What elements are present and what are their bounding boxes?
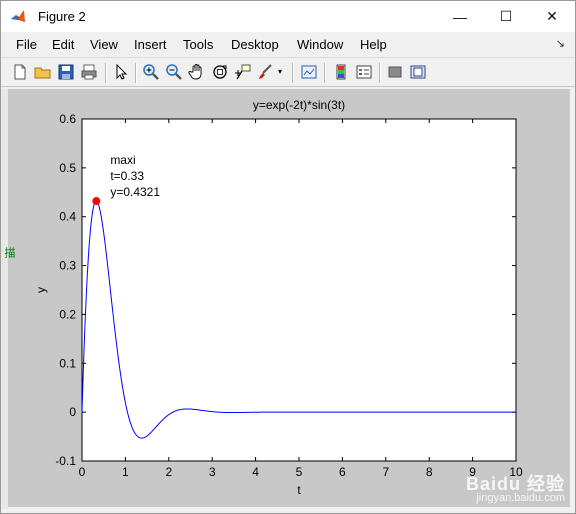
close-icon: ✕	[546, 8, 558, 24]
menu-help[interactable]: Help	[360, 37, 387, 52]
window-title: Figure 2	[38, 9, 86, 24]
y-tick-label: -0.1	[55, 454, 76, 468]
minimize-button[interactable]: —	[437, 1, 483, 32]
menu-view[interactable]: View	[90, 37, 118, 52]
plot-axes[interactable]: 0 1 2 3 4 5 6 7 8 9 10-0.100.10.20.30.40.50.6y=exp…	[8, 89, 570, 507]
menu-tools[interactable]: Tools	[183, 37, 213, 52]
rotate-3d-icon[interactable]	[211, 63, 229, 81]
zoom-in-icon[interactable]	[142, 63, 160, 81]
toolbar-separator	[379, 63, 381, 83]
watermark: Baidu 经验 jingyan.baidu.com	[465, 474, 565, 505]
menu-desktop[interactable]: Desktop	[231, 37, 279, 52]
y-axis-label: y	[34, 287, 48, 293]
toolbar-separator	[105, 63, 107, 83]
x-tick-label: 2	[165, 465, 172, 479]
save-icon[interactable]	[57, 63, 75, 81]
legend-icon[interactable]	[355, 63, 373, 81]
dock-arrow-icon[interactable]: ↘	[556, 37, 565, 50]
matlab-logo-icon	[11, 10, 25, 22]
toolbar-separator	[292, 63, 294, 83]
pan-hand-icon[interactable]	[188, 63, 206, 81]
zoom-out-icon[interactable]	[165, 63, 183, 81]
menu-bar: File Edit View Insert Tools Desktop Wind…	[1, 32, 575, 56]
maximize-icon: ☐	[499, 8, 513, 24]
data-cursor-icon[interactable]	[234, 63, 252, 81]
y-tick-label: 0	[69, 405, 76, 419]
axes-box	[81, 118, 517, 462]
menu-insert[interactable]: Insert	[134, 37, 167, 52]
y-tick-label: 0.5	[59, 161, 76, 175]
x-tick-label: 4	[252, 465, 259, 479]
pointer-icon[interactable]	[112, 63, 130, 81]
y-tick-label: 0.4	[59, 210, 76, 224]
x-tick-label: 6	[339, 465, 346, 479]
x-tick-label: 0	[79, 465, 86, 479]
maximize-button[interactable]: ☐	[483, 1, 529, 32]
toolbar-separator	[324, 63, 326, 83]
x-tick-label: 1	[122, 465, 129, 479]
figure-window: Figure 2 — ☐ ✕ File Edit View Insert Too…	[0, 0, 576, 514]
figure-canvas: 0 1 2 3 4 5 6 7 8 9 10 -0.1 0 0.1 0.2 0.3 0.4 0.5 0.6 y=exp…	[8, 89, 570, 507]
x-axis-label: t	[297, 483, 301, 497]
x-tick-label: 7	[382, 465, 389, 479]
watermark-url: jingyan.baidu.com	[476, 492, 565, 504]
minimize-icon: —	[453, 8, 467, 25]
max-point-marker	[92, 197, 101, 206]
window-left-edge	[1, 89, 8, 509]
brush-dropdown-icon[interactable]: ▾	[278, 67, 286, 85]
toolbar-separator	[135, 63, 137, 83]
side-mark-text: 描	[3, 247, 15, 258]
x-tick-label: 8	[426, 465, 433, 479]
menu-edit[interactable]: Edit	[52, 37, 74, 52]
open-folder-icon[interactable]	[34, 63, 52, 81]
annotation-line: y=0.4321	[110, 185, 160, 199]
annotation-line: maxi	[110, 153, 135, 167]
x-tick-label: 3	[209, 465, 216, 479]
annotation-line: t=0.33	[110, 169, 144, 183]
y-tick-label: 0.6	[59, 112, 76, 126]
figure-toolbar: ▾	[1, 57, 575, 87]
x-tick-label: 5	[296, 465, 303, 479]
y-tick-label: 0.1	[59, 356, 76, 370]
close-button[interactable]: ✕	[529, 1, 575, 32]
brush-icon[interactable]	[257, 63, 275, 81]
print-icon[interactable]	[80, 63, 98, 81]
colorbar-icon[interactable]	[332, 63, 350, 81]
hide-plot-tools-icon[interactable]	[386, 63, 404, 81]
y-tick-label: 0.2	[59, 307, 76, 321]
menu-file[interactable]: File	[16, 37, 37, 52]
chart-title: y=exp(-2t)*sin(3t)	[253, 98, 345, 112]
link-plot-icon[interactable]	[300, 63, 318, 81]
new-file-icon[interactable]	[11, 63, 29, 81]
watermark-brand: Baidu 经验	[465, 474, 565, 494]
y-tick-label: 0.3	[59, 259, 76, 273]
title-bar[interactable]: Figure 2 — ☐ ✕	[1, 1, 575, 32]
menu-window[interactable]: Window	[297, 37, 343, 52]
show-plot-tools-icon[interactable]	[409, 63, 427, 81]
